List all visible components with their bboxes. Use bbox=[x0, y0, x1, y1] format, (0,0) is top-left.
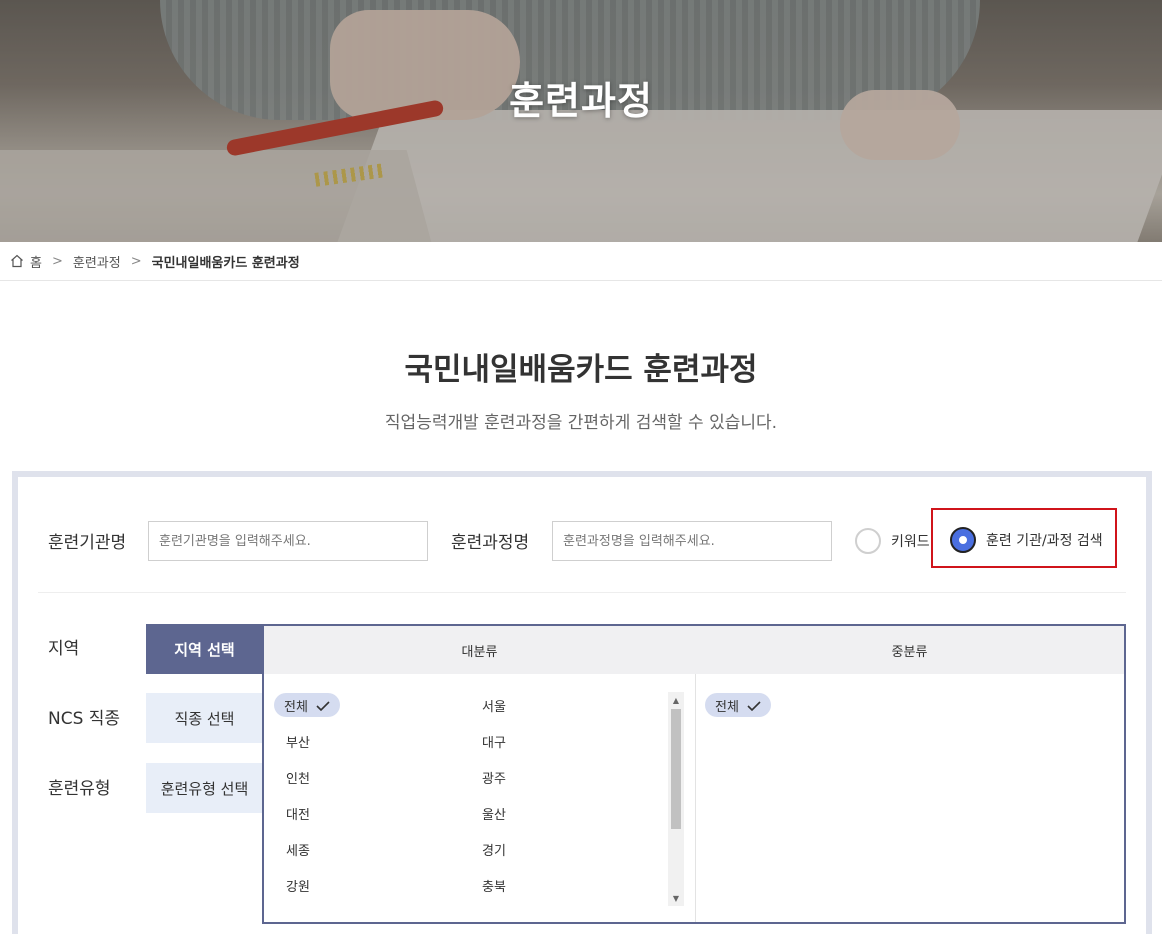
hero-banner: 훈련과정 bbox=[0, 0, 1162, 242]
ncs-select-button[interactable]: 직종 선택 bbox=[146, 693, 263, 743]
radio-keyword[interactable]: 키워드 bbox=[855, 528, 930, 554]
major-category-header: 대분류 bbox=[264, 626, 695, 674]
breadcrumb-home[interactable]: 홈 bbox=[30, 252, 42, 271]
region-item[interactable]: 세종 bbox=[276, 837, 320, 861]
scroll-down-icon[interactable]: ▼ bbox=[668, 890, 684, 906]
region-item[interactable]: 대구 bbox=[472, 729, 516, 753]
region-item[interactable]: 서울 bbox=[472, 693, 516, 717]
radio-institution-label: 훈련 기관/과정 검색 bbox=[986, 533, 1103, 549]
region-item[interactable]: 부산 bbox=[276, 729, 320, 753]
course-input[interactable] bbox=[552, 521, 832, 561]
chevron-right-icon: > bbox=[130, 253, 142, 269]
major-list-scrollbar[interactable]: ▲ ▼ bbox=[668, 692, 684, 906]
page-subtitle: 직업능력개발 훈련과정을 간편하게 검색할 수 있습니다. bbox=[384, 413, 778, 433]
course-label: 훈련과정명 bbox=[451, 533, 530, 553]
minor-item-all[interactable]: 전체 bbox=[705, 693, 771, 717]
minor-category-header: 중분류 bbox=[695, 626, 1124, 674]
divider bbox=[38, 592, 1126, 593]
region-label: 지역 bbox=[48, 639, 80, 659]
check-icon bbox=[316, 700, 330, 712]
region-item-all[interactable]: 전체 bbox=[274, 693, 340, 717]
check-icon bbox=[747, 700, 761, 712]
region-item[interactable]: 충북 bbox=[472, 873, 516, 897]
radio-circle-icon bbox=[855, 528, 881, 554]
scroll-thumb[interactable] bbox=[671, 709, 681, 829]
hero-title: 훈련과정 bbox=[509, 79, 653, 123]
breadcrumb-training[interactable]: 훈련과정 bbox=[73, 252, 121, 271]
institution-label: 훈련기관명 bbox=[48, 533, 127, 553]
region-item[interactable]: 대전 bbox=[276, 801, 320, 825]
region-item[interactable]: 광주 bbox=[472, 765, 516, 789]
institution-input[interactable] bbox=[148, 521, 428, 561]
page-title: 국민내일배움카드 훈련과정 bbox=[404, 352, 758, 388]
breadcrumb: 홈 > 훈련과정 > 국민내일배움카드 훈련과정 bbox=[0, 242, 1162, 281]
region-select-button[interactable]: 지역 선택 bbox=[146, 624, 263, 674]
ncs-label: NCS 직종 bbox=[48, 709, 121, 729]
region-item[interactable]: 울산 bbox=[472, 801, 516, 825]
training-type-label: 훈련유형 bbox=[48, 779, 111, 799]
region-picker: 대분류 중분류 전체 서울 부산 대구 인천 광주 대전 울산 세종 경기 강원… bbox=[262, 624, 1126, 924]
radio-selected-icon bbox=[950, 527, 976, 553]
region-item[interactable]: 강원 bbox=[276, 873, 320, 897]
chevron-right-icon: > bbox=[51, 253, 63, 269]
training-type-select-button[interactable]: 훈련유형 선택 bbox=[146, 763, 263, 813]
breadcrumb-current: 국민내일배움카드 훈련과정 bbox=[151, 255, 300, 271]
region-item[interactable]: 경기 bbox=[472, 837, 516, 861]
home-icon[interactable] bbox=[10, 254, 24, 268]
radio-keyword-label: 키워드 bbox=[891, 534, 930, 550]
scroll-up-icon[interactable]: ▲ bbox=[668, 692, 684, 708]
region-item[interactable]: 인천 bbox=[276, 765, 320, 789]
radio-institution-search[interactable]: 훈련 기관/과정 검색 bbox=[950, 527, 1103, 553]
